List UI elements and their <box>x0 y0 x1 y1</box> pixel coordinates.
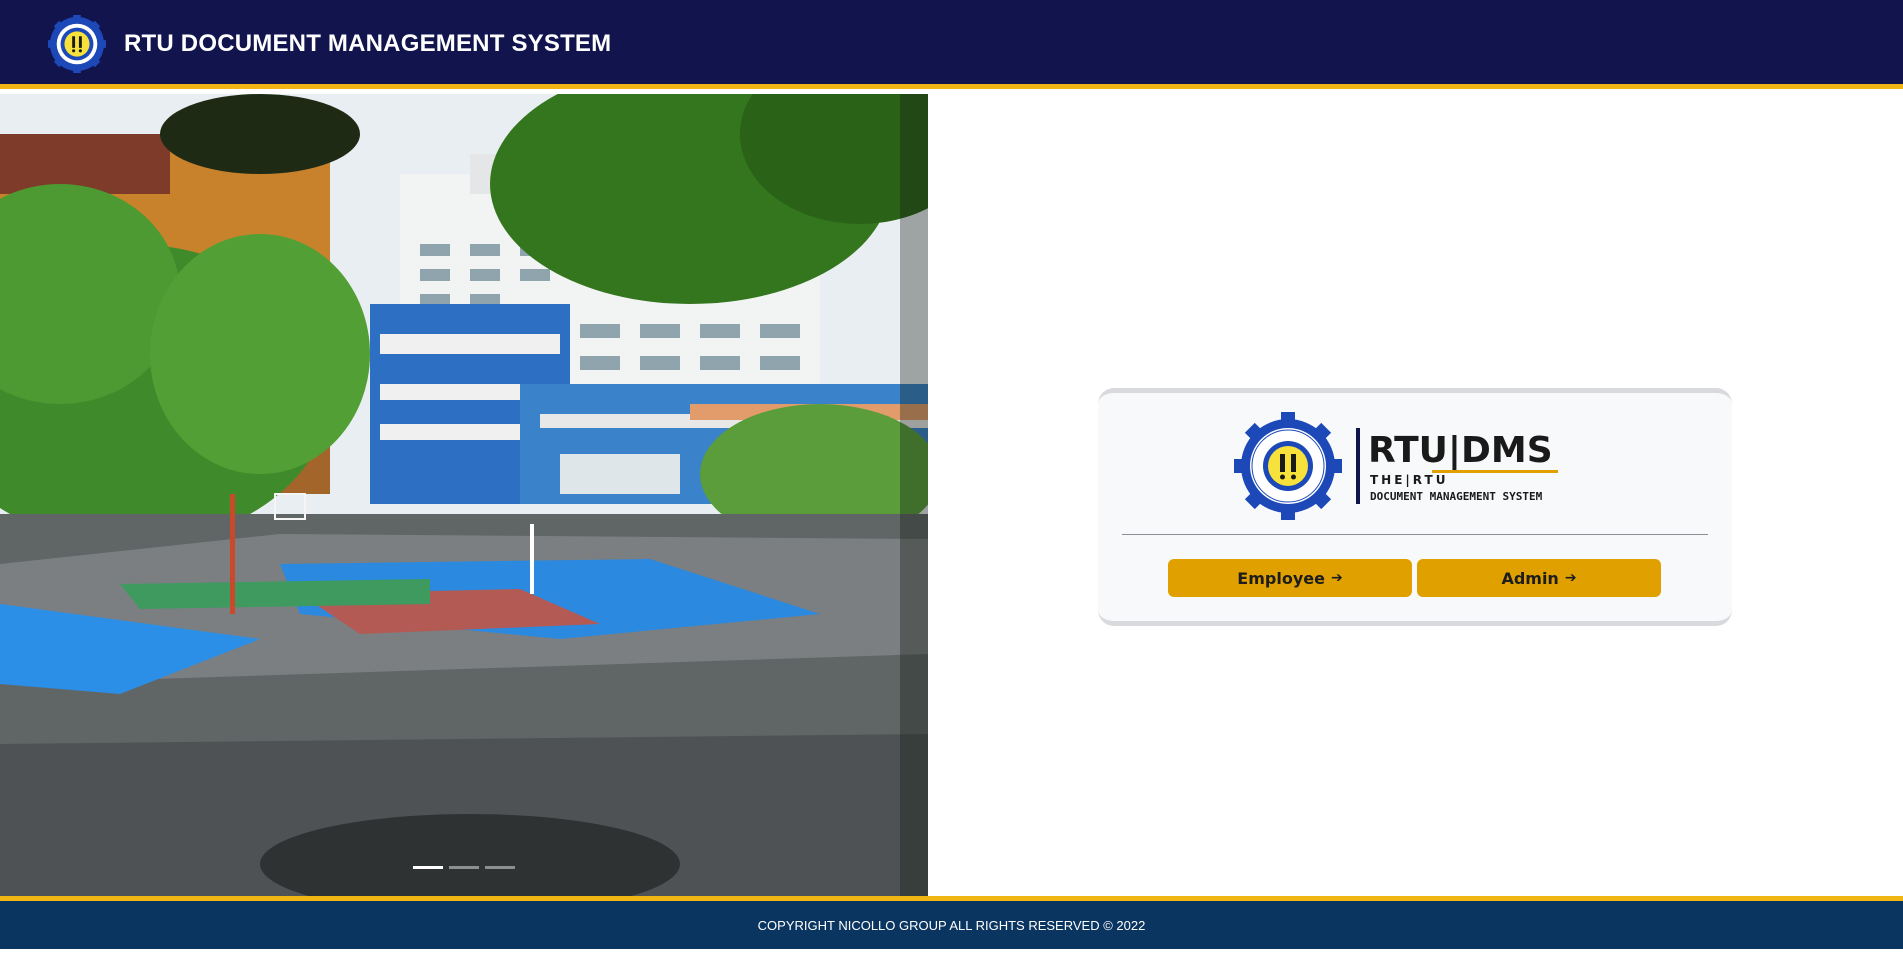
employee-login-button[interactable]: Employee ➔ <box>1168 559 1412 597</box>
footer: COPYRIGHT NICOLLO GROUP ALL RIGHTS RESER… <box>0 896 1903 949</box>
top-navbar: RTU DOCUMENT MANAGEMENT SYSTEM <box>0 0 1903 89</box>
sign-in-icon: ➔ <box>1330 570 1343 586</box>
employee-button-label: Employee <box>1237 568 1325 588</box>
admin-login-button[interactable]: Admin ➔ <box>1417 559 1661 597</box>
rtu-dms-logo: RTU|DMS THE|RTU DOCUMENT MANAGEMENT SYST… <box>1234 412 1558 520</box>
logo-tagline-text: THE|RTU <box>1370 473 1448 487</box>
carousel-indicator-2[interactable] <box>449 866 479 869</box>
app-title: RTU DOCUMENT MANAGEMENT SYSTEM <box>124 30 612 57</box>
sign-in-icon: ➔ <box>1564 570 1577 586</box>
carousel-indicator-3[interactable] <box>485 866 515 869</box>
copyright-text: COPYRIGHT NICOLLO GROUP ALL RIGHTS RESER… <box>757 917 1146 933</box>
login-card: RTU|DMS THE|RTU DOCUMENT MANAGEMENT SYST… <box>1098 388 1732 626</box>
card-divider <box>1122 534 1708 535</box>
carousel-indicator-1[interactable] <box>413 866 443 869</box>
rtu-seal-icon <box>1234 412 1342 520</box>
campus-carousel[interactable] <box>0 94 928 896</box>
rtu-seal-icon[interactable] <box>48 15 106 73</box>
admin-button-label: Admin <box>1501 568 1559 588</box>
campus-photo <box>0 94 928 896</box>
carousel-indicators <box>413 866 515 869</box>
logo-brand-text: RTU|DMS <box>1368 430 1553 471</box>
logo-subtitle-text: DOCUMENT MANAGEMENT SYSTEM <box>1370 490 1543 503</box>
